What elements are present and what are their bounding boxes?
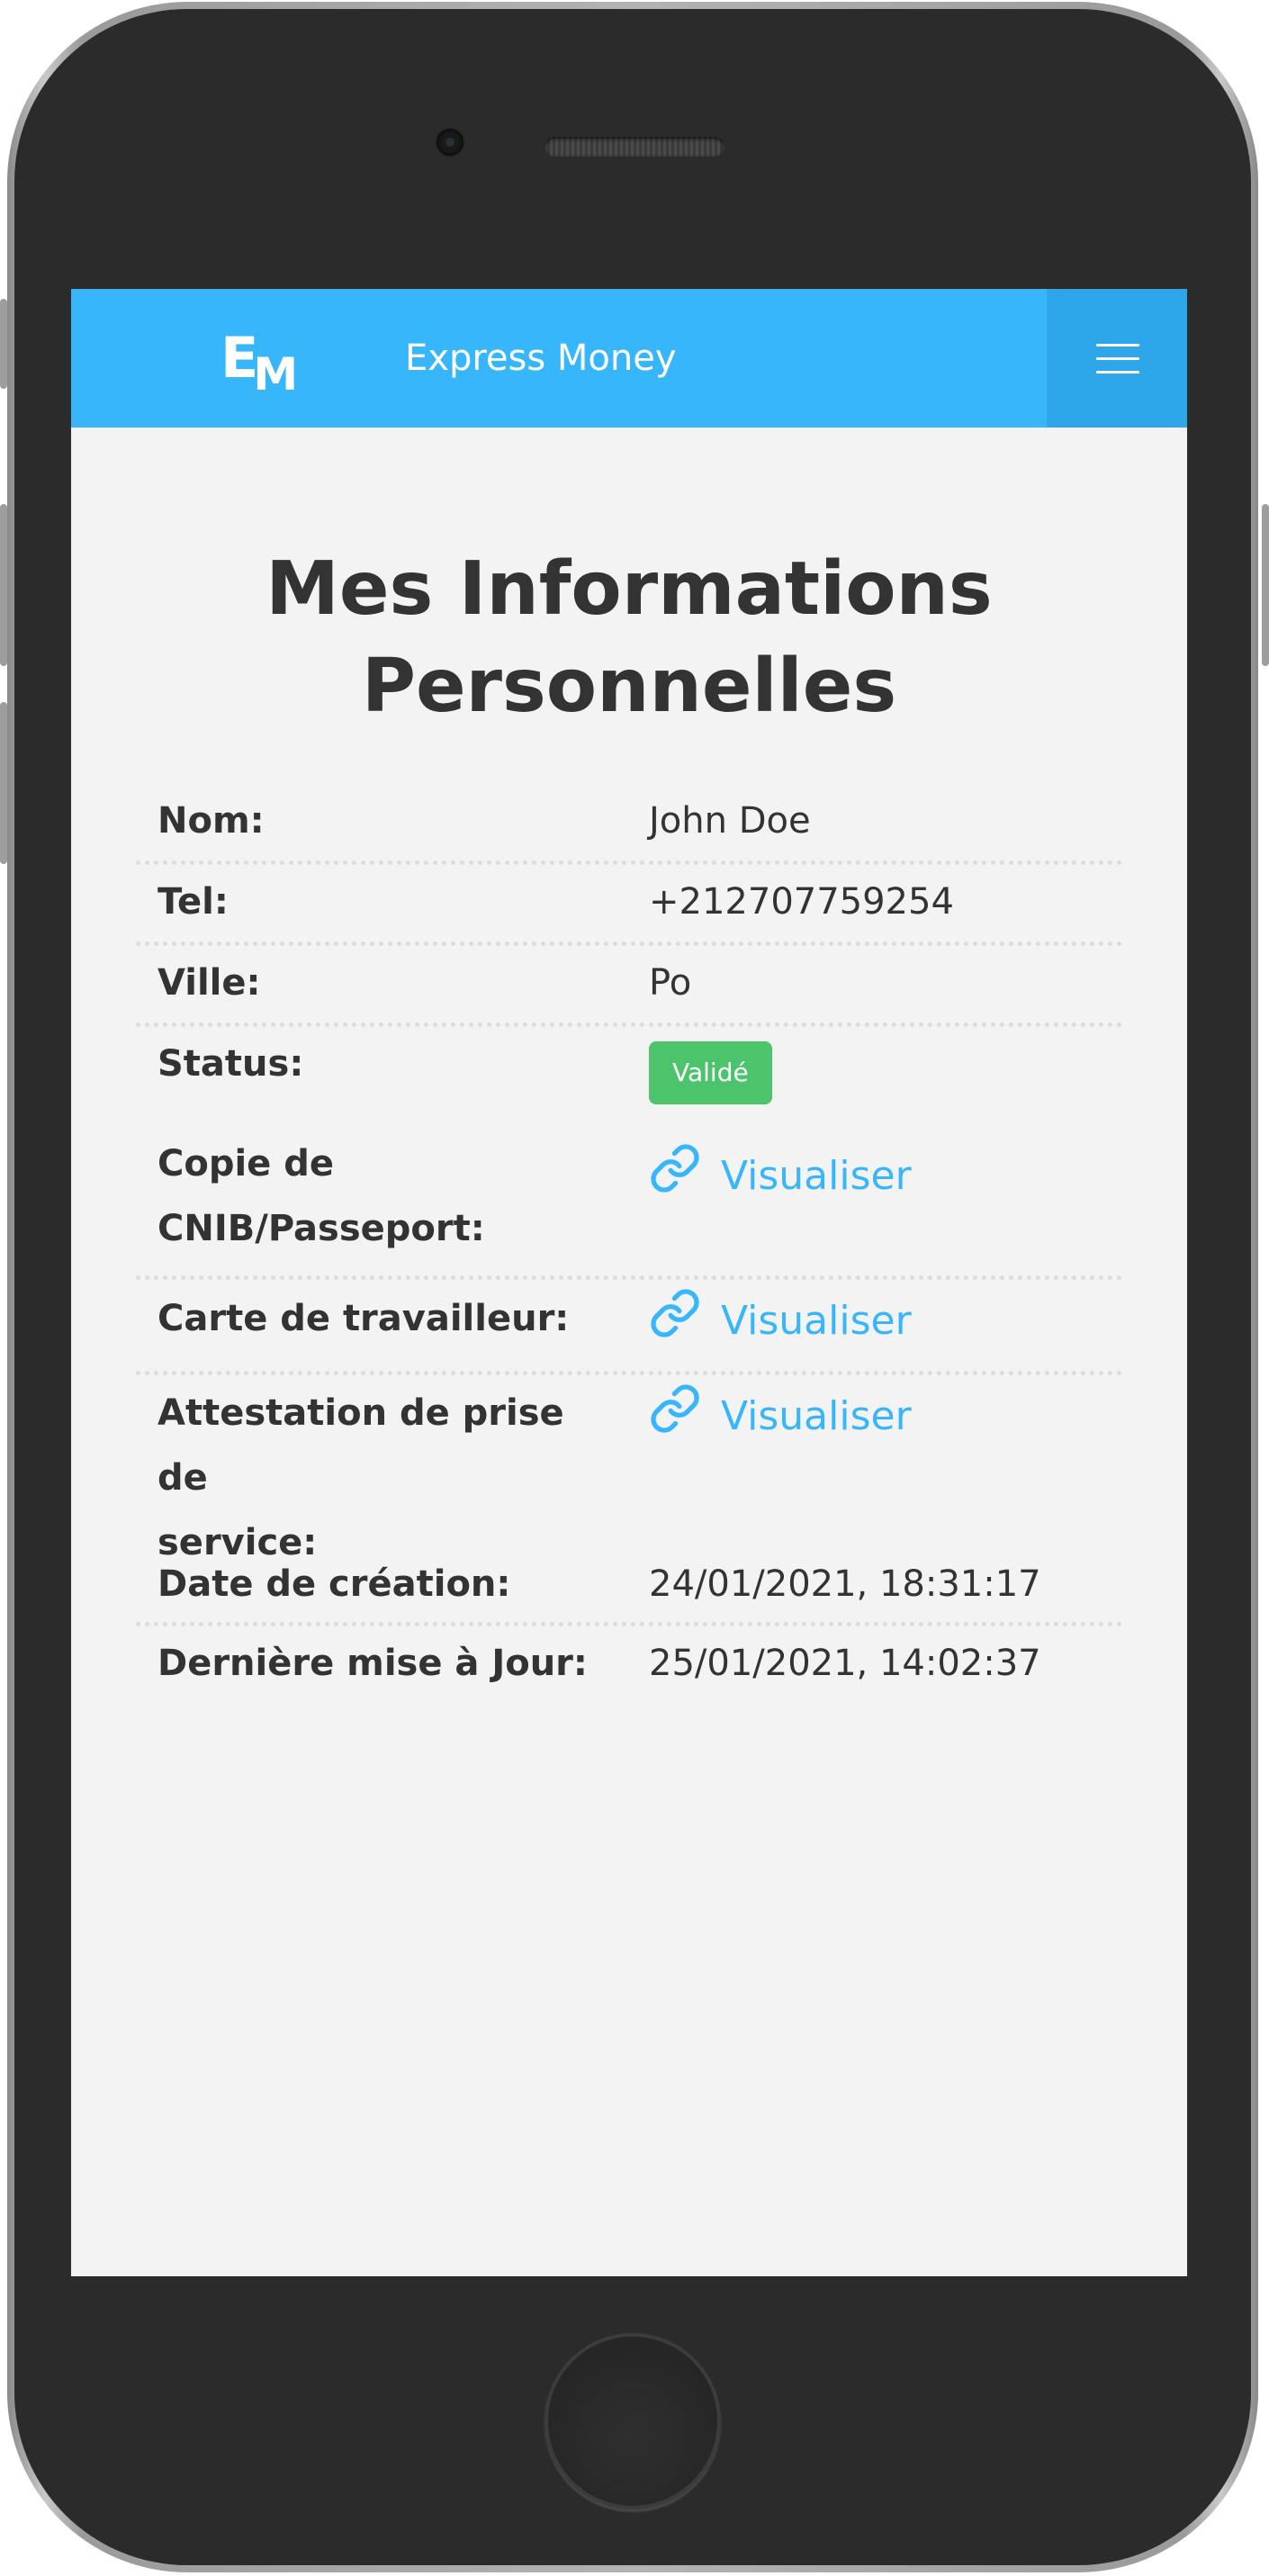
info-row-cnib: Copie de CNIB/Passeport: Visualiser	[136, 1121, 1122, 1280]
maj-value: 25/01/2021, 14:02:37	[649, 1643, 1041, 1684]
navbar: EM Express Money	[71, 289, 1187, 428]
info-row-tel: Tel: +212707759254	[136, 865, 1122, 946]
carte-view-link[interactable]: Visualiser	[649, 1289, 912, 1348]
brand-name[interactable]: Express Money	[405, 334, 677, 383]
power-button	[1262, 504, 1269, 666]
hamburger-icon	[1096, 344, 1139, 347]
page-title-line2: Personnelles	[361, 644, 897, 729]
cnib-label-line2: CNIB/Passeport:	[158, 1208, 485, 1249]
cnib-view-link-label: Visualiser	[721, 1153, 912, 1199]
nom-value: John Doe	[649, 800, 811, 842]
link-chain-icon	[651, 1289, 699, 1338]
ville-value: Po	[649, 962, 692, 1004]
menu-toggle-button[interactable]	[1047, 289, 1187, 428]
tel-value: +212707759254	[649, 881, 954, 923]
nom-label: Nom:	[158, 800, 265, 842]
earpiece-speaker	[544, 137, 724, 157]
volume-down-button	[0, 702, 7, 864]
hamburger-icon-bottom	[1096, 371, 1139, 374]
info-row-nom: Nom: John Doe	[136, 782, 1122, 865]
status-label: Status:	[158, 1043, 304, 1085]
ville-label: Ville:	[158, 962, 261, 1004]
cnib-view-link[interactable]: Visualiser	[649, 1144, 912, 1203]
info-row-creation: Date de création: 24/01/2021, 18:31:17	[136, 1553, 1122, 1626]
front-camera	[436, 129, 464, 156]
cnib-label: Copie de CNIB/Passeport:	[158, 1131, 626, 1261]
info-row-carte: Carte de travailleur: Visualiser	[136, 1280, 1122, 1375]
info-row-ville: Ville: Po	[136, 946, 1122, 1027]
info-row-attestation: Attestation de prise de service: Visuali…	[136, 1375, 1122, 1563]
carte-label: Carte de travailleur:	[158, 1298, 570, 1339]
brand-logo[interactable]: EM	[220, 325, 298, 401]
page-title-line1: Mes Informations	[266, 546, 993, 632]
tel-label: Tel:	[158, 881, 229, 923]
page-title: Mes Informations Personnelles	[71, 541, 1187, 735]
attestation-label-line1: Attestation de prise de	[158, 1392, 564, 1499]
link-chain-icon	[651, 1384, 699, 1433]
creation-value: 24/01/2021, 18:31:17	[649, 1563, 1041, 1605]
cnib-label-line1: Copie de	[158, 1143, 334, 1184]
mute-switch	[0, 299, 7, 389]
info-row-maj: Dernière mise à Jour: 25/01/2021, 14:02:…	[136, 1626, 1122, 1703]
logo-letter-m: M	[253, 348, 298, 401]
carte-view-link-label: Visualiser	[721, 1298, 912, 1344]
screen: EM Express Money Mes Informations Person…	[71, 289, 1187, 2276]
link-chain-icon	[651, 1144, 699, 1193]
attestation-label: Attestation de prise de service:	[158, 1381, 626, 1575]
home-button[interactable]	[544, 2333, 721, 2509]
logo-letter-e: E	[220, 325, 258, 391]
volume-up-button	[0, 504, 7, 666]
hamburger-icon-middle	[1096, 357, 1139, 360]
maj-label: Dernière mise à Jour:	[158, 1643, 588, 1684]
creation-label: Date de création:	[158, 1563, 511, 1605]
status-badge: Validé	[649, 1041, 772, 1104]
info-row-status: Status: Validé	[136, 1027, 1122, 1121]
attestation-view-link-label: Visualiser	[721, 1393, 912, 1439]
attestation-view-link[interactable]: Visualiser	[649, 1384, 912, 1444]
